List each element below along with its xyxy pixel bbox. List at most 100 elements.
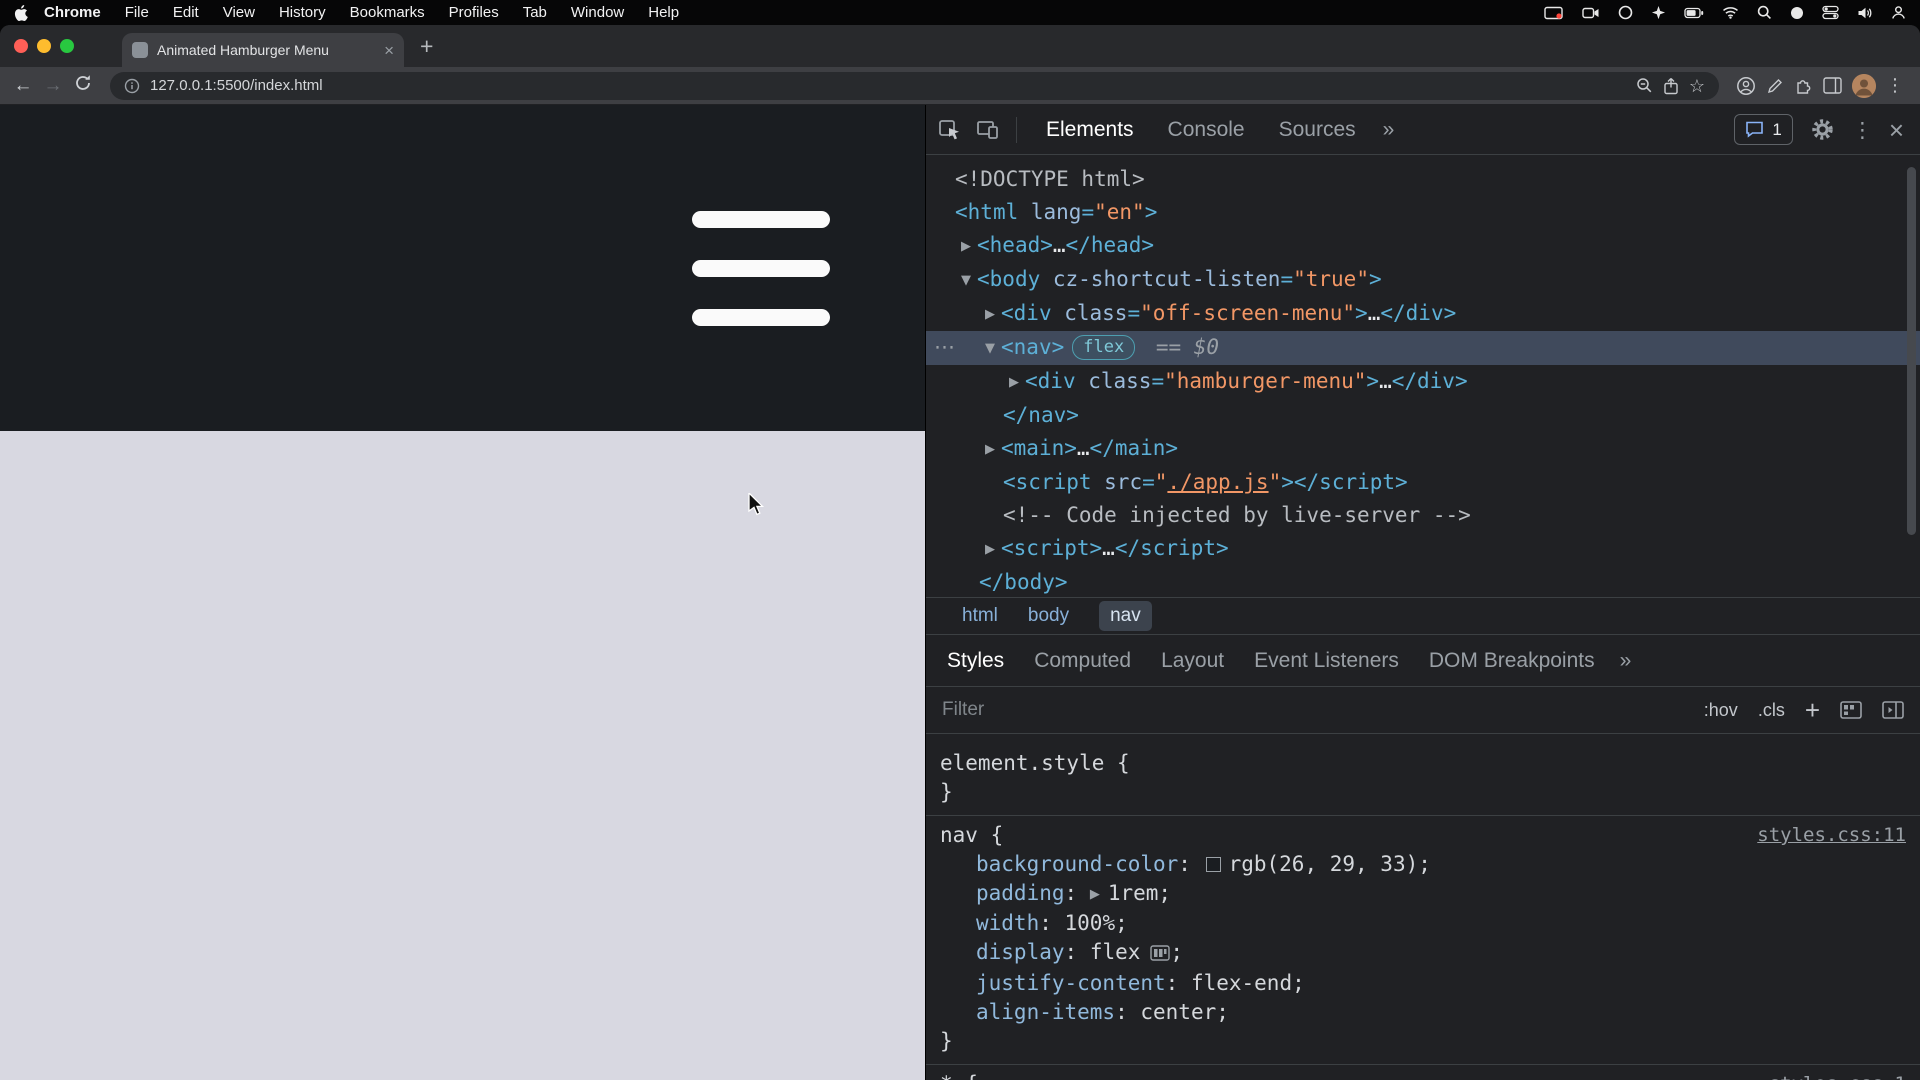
expand-arrow-icon[interactable]: ▶: [1003, 366, 1025, 399]
site-info-icon[interactable]: [124, 78, 140, 94]
url-text[interactable]: 127.0.0.1:5500/index.html: [150, 77, 1626, 94]
settings-gear-icon[interactable]: [1811, 118, 1834, 141]
menubar-item-tab[interactable]: Tab: [523, 4, 547, 21]
breadcrumb-nav[interactable]: nav: [1099, 601, 1152, 631]
menubar-item-edit[interactable]: Edit: [173, 4, 199, 21]
expand-arrow-icon[interactable]: ▶: [1090, 887, 1100, 902]
css-property-name[interactable]: display: [976, 940, 1065, 964]
tab-dom-breakpoints[interactable]: DOM Breakpoints: [1414, 635, 1610, 686]
do-not-disturb-icon[interactable]: [1790, 6, 1804, 20]
address-bar[interactable]: 127.0.0.1:5500/index.html ☆: [110, 72, 1719, 100]
tab-styles[interactable]: Styles: [932, 635, 1019, 686]
css-property[interactable]: justify-content: flex-end;: [940, 969, 1906, 998]
toggle-class-button[interactable]: .cls: [1758, 700, 1785, 721]
control-center-icon[interactable]: [1822, 5, 1839, 20]
filter-input[interactable]: Filter: [942, 699, 1684, 721]
css-property-value[interactable]: 1rem: [1108, 881, 1159, 905]
minimize-window-button[interactable]: [37, 39, 51, 53]
battery-icon[interactable]: [1684, 7, 1704, 19]
search-icon[interactable]: [1757, 5, 1772, 20]
device-toolbar-icon[interactable]: [976, 119, 1000, 141]
css-property-value[interactable]: 100%: [1065, 911, 1116, 935]
expand-arrow-icon[interactable]: ▶: [955, 230, 977, 263]
share-icon[interactable]: [1663, 77, 1679, 95]
css-property-value[interactable]: flex: [1090, 940, 1141, 964]
browser-menu-icon[interactable]: ⋮: [1886, 75, 1904, 96]
feedback-button[interactable]: 1: [1734, 114, 1792, 145]
flex-editor-icon[interactable]: [1150, 940, 1170, 969]
tab-elements[interactable]: Elements: [1029, 105, 1151, 154]
hamburger-menu[interactable]: [692, 211, 830, 326]
dom-tree-row[interactable]: ▶<script>…</script>: [926, 532, 1920, 566]
fullscreen-window-button[interactable]: [60, 39, 74, 53]
video-camera-icon[interactable]: [1582, 6, 1600, 20]
css-property[interactable]: background-color: rgb(26, 29, 33);: [940, 850, 1906, 879]
tab-event-listeners[interactable]: Event Listeners: [1239, 635, 1414, 686]
css-property[interactable]: padding: ▶1rem;: [940, 879, 1906, 909]
menubar-item-profiles[interactable]: Profiles: [449, 4, 499, 21]
rendering-grid-icon[interactable]: [1840, 701, 1862, 719]
dom-tree-row[interactable]: ▶<head>…</head>: [926, 229, 1920, 263]
extensions-puzzle-icon[interactable]: [1794, 76, 1813, 95]
css-selector[interactable]: *: [940, 1072, 953, 1080]
css-selector[interactable]: nav: [940, 823, 978, 847]
dom-tree-row[interactable]: ▶<div class="hamburger-menu">…</div>: [926, 365, 1920, 399]
inspect-element-icon[interactable]: [938, 118, 962, 142]
menubar-item-help[interactable]: Help: [648, 4, 679, 21]
menubar-item-file[interactable]: File: [125, 4, 149, 21]
css-property-value[interactable]: center: [1140, 1000, 1216, 1024]
expand-arrow-icon[interactable]: ▶: [979, 298, 1001, 331]
new-style-rule-button[interactable]: +: [1805, 697, 1820, 723]
dom-tree-row[interactable]: ▶<main>…</main>: [926, 432, 1920, 466]
color-swatch[interactable]: [1206, 857, 1221, 872]
dom-tree-row[interactable]: <!DOCTYPE html>: [926, 163, 1920, 196]
css-property-value[interactable]: flex-end: [1191, 971, 1292, 995]
new-tab-button[interactable]: +: [420, 35, 433, 58]
breadcrumb-body[interactable]: body: [1028, 605, 1069, 627]
dom-tree-row[interactable]: <!-- Code injected by live-server -->: [926, 499, 1920, 532]
sparkle-icon[interactable]: [1651, 5, 1666, 20]
forward-button[interactable]: →: [38, 75, 68, 97]
dom-tree-row[interactable]: </body>: [926, 566, 1920, 597]
devtools-close-icon[interactable]: ×: [1889, 117, 1904, 143]
stylesheet-link[interactable]: styles.css:1: [1769, 1070, 1906, 1080]
wifi-icon[interactable]: [1722, 6, 1739, 19]
close-window-button[interactable]: [14, 39, 28, 53]
css-property-name[interactable]: width: [976, 911, 1039, 935]
profile-avatar[interactable]: [1852, 74, 1876, 98]
browser-tab[interactable]: Animated Hamburger Menu ×: [122, 33, 404, 67]
pencil-icon[interactable]: [1766, 77, 1784, 95]
css-property[interactable]: width: 100%;: [940, 909, 1906, 938]
tab-close-icon[interactable]: ×: [384, 42, 394, 59]
css-selector[interactable]: element.style: [940, 751, 1104, 775]
css-property-name[interactable]: padding: [976, 881, 1065, 905]
dom-tree-row[interactable]: <script src="./app.js"></script>: [926, 466, 1920, 499]
css-property-value[interactable]: rgb(26, 29, 33): [1229, 852, 1419, 876]
expand-arrow-icon[interactable]: ▶: [979, 433, 1001, 466]
tab-sources[interactable]: Sources: [1262, 105, 1373, 154]
menubar-item-window[interactable]: Window: [571, 4, 624, 21]
css-property[interactable]: align-items: center;: [940, 998, 1906, 1027]
css-property-name[interactable]: background-color: [976, 852, 1178, 876]
css-property-name[interactable]: justify-content: [976, 971, 1166, 995]
css-property-name[interactable]: align-items: [976, 1000, 1115, 1024]
screen-recording-icon[interactable]: [1544, 5, 1564, 21]
flex-badge[interactable]: flex: [1072, 335, 1135, 360]
row-menu-dots-icon[interactable]: ⋯: [934, 331, 955, 364]
menubar-item-bookmarks[interactable]: Bookmarks: [350, 4, 425, 21]
css-property[interactable]: display: flex;: [940, 938, 1906, 969]
menubar-app-name[interactable]: Chrome: [44, 4, 101, 21]
tab-computed[interactable]: Computed: [1019, 635, 1146, 686]
collapse-arrow-icon[interactable]: ▼: [955, 264, 977, 297]
tab-console[interactable]: Console: [1151, 105, 1262, 154]
dom-tree-row[interactable]: ⋯▼<nav>flex == $0: [926, 331, 1920, 365]
scrollbar-thumb[interactable]: [1907, 167, 1916, 535]
dom-tree-row[interactable]: ▶<div class="off-screen-menu">…</div>: [926, 297, 1920, 331]
profile-circle-icon[interactable]: [1736, 76, 1756, 96]
back-button[interactable]: ←: [8, 75, 38, 97]
breadcrumb-html[interactable]: html: [962, 605, 998, 627]
side-panel-icon[interactable]: [1823, 77, 1842, 94]
more-tabs-icon[interactable]: »: [1373, 118, 1405, 142]
expand-arrow-icon[interactable]: ▶: [979, 533, 1001, 566]
volume-icon[interactable]: [1857, 6, 1873, 20]
